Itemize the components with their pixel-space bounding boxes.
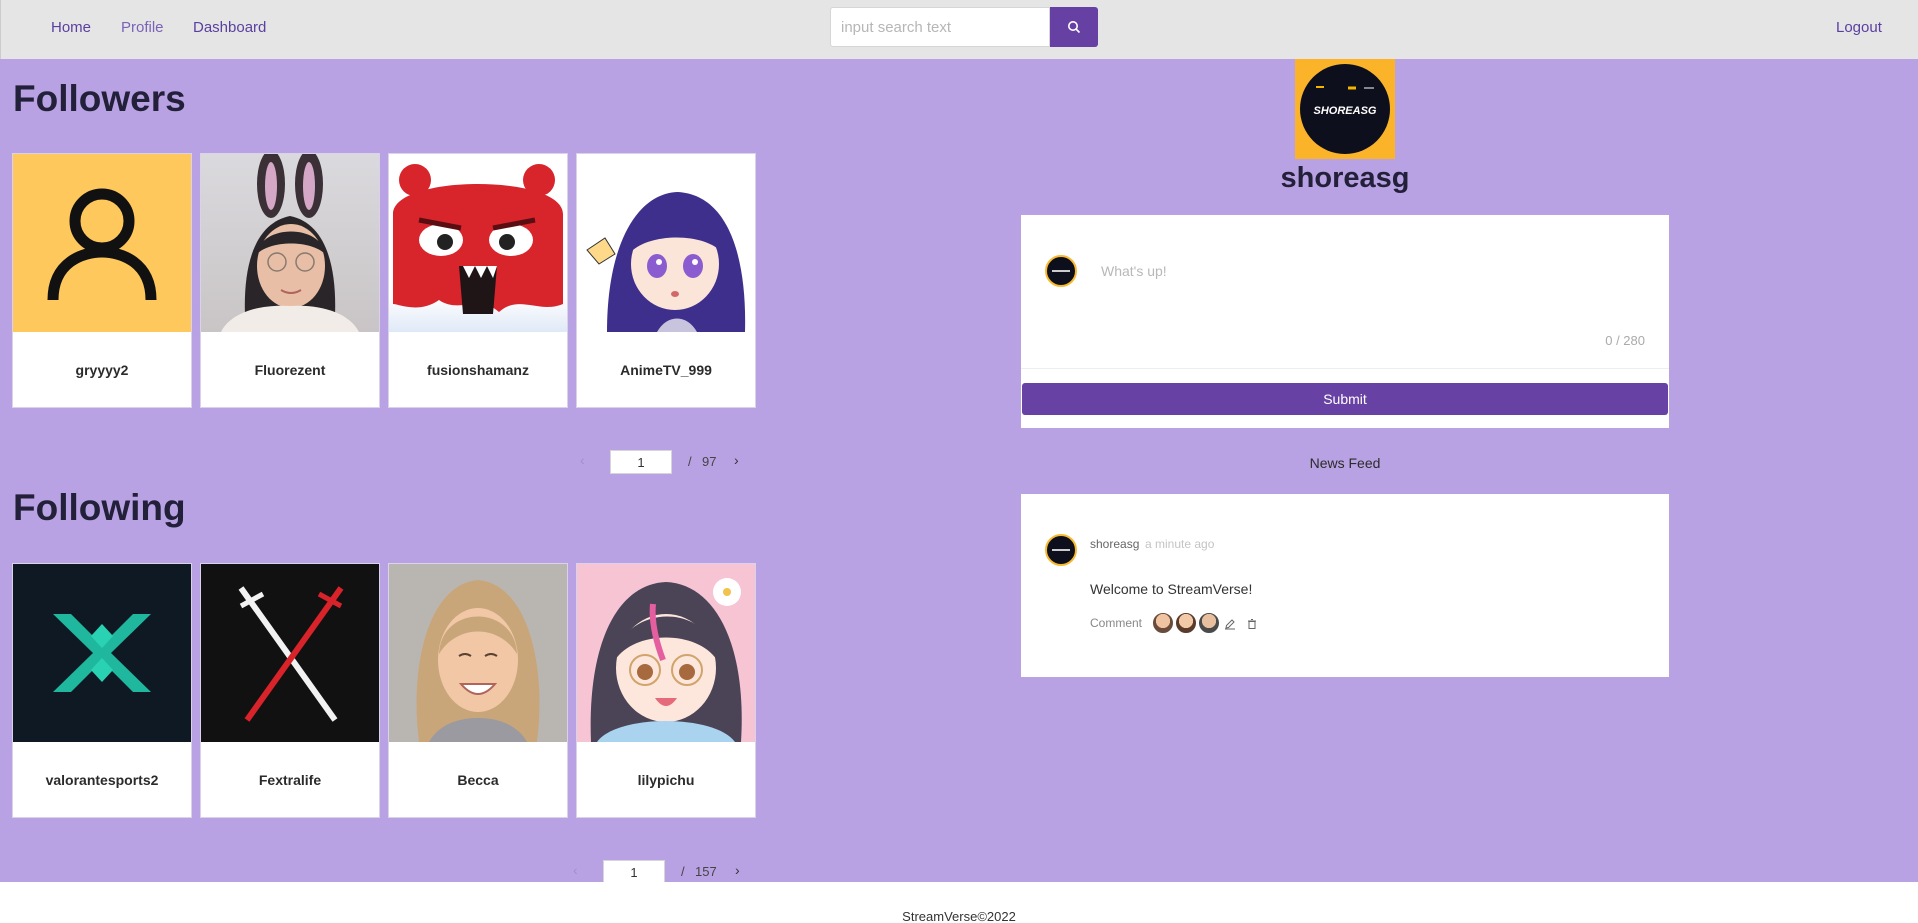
reaction-avatar[interactable] (1152, 612, 1174, 634)
following-name: lilypichu (637, 771, 695, 788)
follower-name: gryyyy2 (75, 361, 129, 378)
followers-title: Followers (13, 78, 186, 119)
user-avatar (1045, 255, 1077, 287)
user-photo (389, 564, 567, 742)
follower-card-fusionshamanz[interactable]: fusionshamanz (388, 153, 568, 408)
reaction-avatar[interactable] (1198, 612, 1220, 634)
anime-girl-avatar (577, 564, 755, 742)
follower-name: fusionshamanz (427, 361, 529, 378)
nav-profile-link[interactable]: Profile (121, 19, 164, 36)
pager-slash: / (681, 864, 685, 879)
follower-card-gryyyy2[interactable]: gryyyy2 (12, 153, 192, 408)
follower-card-fluorezent[interactable]: Fluorezent (200, 153, 380, 408)
search-input[interactable] (830, 7, 1050, 47)
followers-page-input[interactable] (610, 450, 672, 474)
follower-card-animetv[interactable]: AnimeTV_999 (576, 153, 756, 408)
submit-button[interactable]: Submit (1022, 383, 1668, 415)
crossed-swords-logo (201, 564, 379, 742)
reaction-avatar[interactable] (1175, 612, 1197, 634)
following-name: Becca (457, 771, 499, 788)
following-next-page-icon[interactable]: › (735, 862, 740, 878)
compose-divider (1021, 368, 1669, 369)
followers-pagination: ‹ / 97 › (580, 450, 760, 474)
search-icon (1068, 21, 1081, 34)
top-nav: Home Profile Dashboard Logout (0, 0, 1918, 59)
following-pagination: ‹ / 157 › (573, 860, 760, 884)
delete-icon[interactable] (1246, 618, 1258, 630)
valorant-logo (13, 564, 191, 742)
user-photo (201, 154, 379, 332)
following-card-lilypichu[interactable]: lilypichu (576, 563, 756, 818)
followers-next-page-icon[interactable]: › (734, 452, 739, 468)
profile-username: shoreasg (1280, 162, 1410, 194)
char-counter: 0 / 280 (1605, 333, 1645, 348)
pager-slash: / (688, 454, 692, 469)
followers-prev-page-icon[interactable]: ‹ (580, 452, 585, 468)
nav-home-link[interactable]: Home (51, 19, 91, 36)
followers-total-pages: 97 (702, 454, 717, 469)
feed-post: shoreasg a minute ago Welcome to StreamV… (1021, 494, 1669, 677)
shoreasg-logo: SHOREASG (1300, 64, 1390, 154)
following-name: Fextralife (258, 771, 322, 788)
profile-avatar: SHOREASG (1295, 59, 1395, 159)
follower-name: AnimeTV_999 (620, 361, 712, 378)
following-prev-page-icon[interactable]: ‹ (573, 862, 578, 878)
profile-logo-text: SHOREASG (1314, 105, 1377, 117)
anime-girl-avatar (577, 154, 755, 332)
red-monster-avatar (389, 154, 567, 332)
follower-name: Fluorezent (254, 361, 326, 378)
following-name: valorantesports2 (45, 771, 159, 788)
post-author[interactable]: shoreasg (1090, 537, 1139, 551)
following-page-input[interactable] (603, 860, 665, 884)
nav-dashboard-link[interactable]: Dashboard (193, 19, 266, 36)
search-button[interactable] (1050, 7, 1098, 47)
default-avatar-icon (13, 154, 191, 332)
following-card-fextralife[interactable]: Fextralife (200, 563, 380, 818)
following-total-pages: 157 (695, 864, 717, 879)
logout-link[interactable]: Logout (1836, 19, 1882, 36)
following-card-valorantesports2[interactable]: valorantesports2 (12, 563, 192, 818)
following-card-becca[interactable]: Becca (388, 563, 568, 818)
edit-icon[interactable] (1224, 618, 1236, 630)
post-timestamp: a minute ago (1145, 537, 1215, 551)
footer-copyright: StreamVerse©2022 (902, 909, 1016, 923)
post-author-avatar[interactable] (1045, 534, 1077, 566)
compose-placeholder[interactable]: What's up! (1101, 263, 1167, 279)
following-title: Following (13, 487, 186, 528)
comment-link[interactable]: Comment (1090, 616, 1142, 630)
footer: StreamVerse©2022 (0, 882, 1918, 923)
post-text: Welcome to StreamVerse! (1090, 581, 1253, 597)
news-feed-title: News Feed (1309, 455, 1381, 471)
